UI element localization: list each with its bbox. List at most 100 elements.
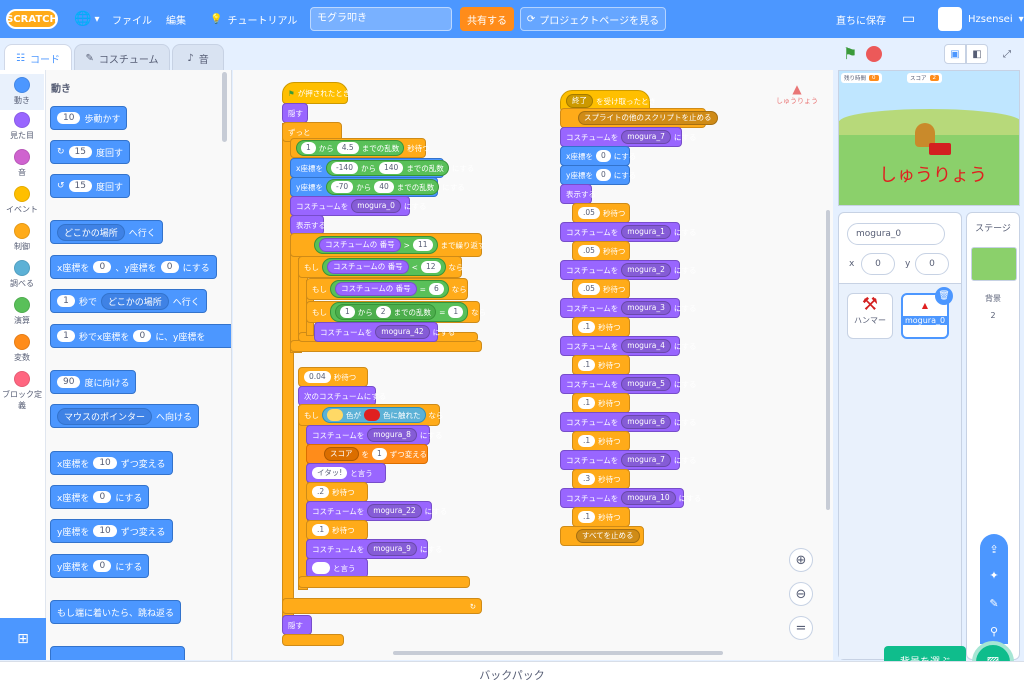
palette-scrollbar[interactable]	[222, 72, 227, 142]
switch-costume-block[interactable]: コスチュームを mogura_0 にする	[290, 196, 426, 216]
zoom-in-button[interactable]: ⊕	[789, 548, 813, 572]
change-score-block[interactable]: スコアを 1 ずつ変える	[306, 444, 428, 464]
language-menu[interactable]: 🌐 ▾	[74, 0, 99, 38]
block-input[interactable]: 4.5	[336, 142, 359, 154]
block-dropdown[interactable]: mogura_7	[621, 130, 671, 144]
wait-random-block[interactable]: 1 から 4.5 までの乱数 秒待つ	[290, 138, 430, 158]
category-my-blocks[interactable]: ブロック定義	[0, 371, 44, 411]
block-input[interactable]: .1	[578, 397, 596, 409]
block-dropdown[interactable]: 番号	[380, 240, 395, 249]
wait-block[interactable]: .05 秒待つ	[572, 241, 630, 261]
stage-canvas[interactable]: 残り時間 0 スコア 2 しゅうりょう	[838, 70, 1020, 206]
block-dropdown[interactable]: どこかの場所	[57, 223, 125, 241]
goto-xy-block[interactable]: x座標を 0 、y座標を 0 にする	[50, 255, 217, 279]
repeat-until-block[interactable]: コスチュームの 番号 >11 まで繰り返す	[290, 233, 486, 257]
if-random-block[interactable]: もし 1 から 2 までの乱数 = 1 なら	[306, 301, 486, 323]
block-input[interactable]: 0	[133, 330, 152, 342]
extension-button[interactable]: ⊞	[0, 618, 46, 660]
next-costume-block[interactable]: 次のコスチュームにする	[298, 386, 386, 406]
block-input[interactable]: 0	[160, 261, 179, 273]
block-dropdown[interactable]: すべてを止める	[576, 529, 640, 543]
wait-block[interactable]: .2 秒待つ	[306, 482, 368, 502]
wait-block[interactable]: .05 秒待つ	[572, 279, 630, 299]
set-x-random-block[interactable]: x座標を -140 から 140 までの乱数 にする	[290, 158, 474, 178]
block-input[interactable]: 90	[57, 376, 81, 388]
block-input[interactable]: 1	[448, 306, 464, 318]
block-dropdown[interactable]: mogura_10	[621, 491, 676, 505]
see-project-page-button[interactable]: ⟳ プロジェクトページを見る	[520, 7, 666, 31]
block-input[interactable]: 40	[374, 181, 394, 193]
wait-block[interactable]: .1 秒待つ	[572, 507, 630, 527]
block-input[interactable]: 0	[595, 150, 611, 162]
block-input[interactable]: .05	[578, 245, 600, 257]
block-dropdown[interactable]: どこかの場所	[101, 292, 169, 310]
switch-costume-block[interactable]: コスチュームを mogura_4 にする	[560, 336, 696, 356]
category-operators[interactable]: 演算	[0, 297, 44, 326]
block-input[interactable]: -70	[330, 181, 354, 193]
category-sound[interactable]: 音	[0, 149, 44, 178]
folder-icon[interactable]: ▭	[902, 0, 915, 38]
glide-xy-block[interactable]: 1 秒でx座標を 0 に、y座標を	[50, 324, 231, 348]
x-input[interactable]: 0	[861, 253, 895, 275]
block-dropdown[interactable]: mogura_5	[621, 377, 671, 391]
y-input[interactable]: 0	[915, 253, 949, 275]
wait-block[interactable]: .1 秒待つ	[572, 431, 630, 451]
if-costume-eq-block[interactable]: もし コスチュームの 番号 = 6 なら	[306, 278, 468, 300]
set-x-block[interactable]: x座標を 0 にする	[50, 485, 150, 509]
script-workspace[interactable]: ⚑ が押されたとき 隠す ずっと ↻ 1 から 4.5 までの乱数 秒待つ x座標を -14…	[233, 70, 833, 660]
block-input[interactable]: 1	[372, 448, 387, 460]
block-input[interactable]: 140	[378, 162, 404, 174]
switch-costume-block[interactable]: コスチュームを mogura_7 にする	[560, 450, 696, 470]
block-dropdown[interactable]: 番号	[388, 262, 403, 271]
block-input[interactable]: 11	[412, 239, 433, 251]
move-steps-block[interactable]: 10 歩動かす	[50, 106, 128, 130]
block-dropdown[interactable]: mogura_4	[621, 339, 671, 353]
block-dropdown[interactable]: mogura_1	[621, 225, 671, 239]
block-input[interactable]: 0	[595, 169, 611, 181]
wait-block[interactable]: .1 秒待つ	[572, 317, 630, 337]
block-input[interactable]: -140	[330, 162, 358, 174]
goto-block[interactable]: どこかの場所 へ行く	[50, 220, 163, 244]
upload-backdrop-button[interactable]: ⇪	[980, 538, 1008, 560]
block-input[interactable]: 6	[428, 283, 444, 295]
wait-block[interactable]: .05 秒待つ	[572, 203, 630, 223]
point-direction-block[interactable]: 90 度に向ける	[50, 370, 137, 394]
set-y-random-block[interactable]: y座標を -70 から 40 までの乱数 にする	[290, 177, 465, 197]
edit-menu[interactable]: 編集	[166, 0, 186, 38]
switch-costume-block[interactable]: コスチュームを mogura_5 にする	[560, 374, 696, 394]
horizontal-scrollbar[interactable]	[393, 651, 723, 655]
scratch-logo[interactable]: SCRATCH	[6, 9, 58, 29]
block-input[interactable]: 1	[301, 142, 316, 154]
wait-block[interactable]: .1 秒待つ	[572, 355, 630, 375]
switch-costume-block[interactable]: コスチュームを mogura_22 にする	[306, 501, 447, 521]
switch-costume-block[interactable]: コスチュームを mogura_2 にする	[560, 260, 696, 280]
block-dropdown[interactable]: スコア	[324, 447, 359, 461]
tab-sound[interactable]: ♪ 音	[172, 44, 224, 72]
set-y-block[interactable]: y座標を 0 にする	[50, 554, 150, 578]
turn-right-block[interactable]: ↻ 15 度回す	[50, 140, 131, 164]
wait-block[interactable]: 0.04 秒待つ	[298, 367, 368, 387]
block-input[interactable]: .1	[578, 435, 596, 447]
block-input[interactable]: .05	[578, 207, 600, 219]
tab-code[interactable]: ☷ コード	[4, 44, 72, 72]
switch-costume-block[interactable]: コスチュームを mogura_3 にする	[560, 298, 696, 318]
block-input[interactable]: .2	[312, 486, 330, 498]
block-input[interactable]: 15	[68, 180, 92, 192]
block-dropdown[interactable]: 終了	[566, 94, 593, 108]
category-control[interactable]: 制御	[0, 223, 44, 252]
zoom-out-button[interactable]: ⊖	[789, 582, 813, 606]
block-input[interactable]: 1	[340, 306, 355, 318]
block-dropdown[interactable]: mogura_9	[367, 542, 417, 556]
hide-block[interactable]: 隠す	[282, 615, 312, 635]
block-dropdown[interactable]: mogura_22	[367, 504, 422, 518]
block-input[interactable]: 0	[93, 560, 112, 572]
block-dropdown[interactable]: mogura_3	[621, 301, 671, 315]
save-now-button[interactable]: 直ちに保存	[836, 0, 886, 38]
account-menu[interactable]: Hzsensei ▾	[938, 0, 1024, 38]
block-input[interactable]: 15	[68, 146, 92, 158]
category-motion[interactable]: 動き	[0, 74, 44, 110]
sprite-tile-hammer[interactable]: ⚒ ハンマー	[847, 293, 893, 339]
block-input[interactable]: 1	[57, 330, 75, 342]
large-stage-button[interactable]: ◧	[966, 44, 988, 64]
block-input[interactable]: .1	[578, 321, 596, 333]
